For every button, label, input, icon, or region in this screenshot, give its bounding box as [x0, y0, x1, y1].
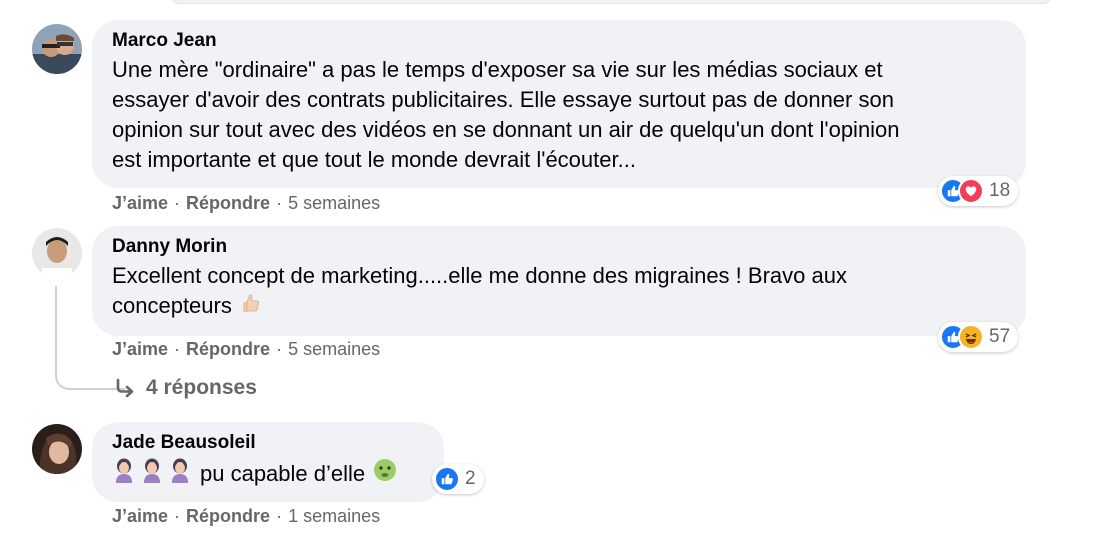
- reactions-summary[interactable]: 57: [938, 322, 1019, 352]
- comment-author[interactable]: Jade Beausoleil: [112, 432, 424, 454]
- replies-count-label: 4 réponses: [146, 376, 257, 399]
- comment-text-line: Une mère "ordinaire" a pas le temps d'ex…: [112, 57, 883, 82]
- comment-text: Excellent concept de marketing.....elle …: [112, 261, 1006, 323]
- reaction-count: 18: [989, 180, 1011, 201]
- avatar[interactable]: [32, 24, 82, 74]
- avatar-photo-icon: [32, 24, 82, 74]
- comment-actions: J’aime · Répondre · 1 semaines: [112, 506, 381, 526]
- thumbs-up-emoji: [238, 291, 262, 323]
- comment-author[interactable]: Danny Morin: [112, 236, 1006, 258]
- comment-text-fragment: pu capable d’elle: [200, 461, 366, 486]
- reply-button[interactable]: Répondre: [186, 339, 270, 359]
- woman-facepalming-emoji: [140, 457, 164, 491]
- comment-text-line: essayer d'avoir des contrats publicitair…: [112, 87, 894, 112]
- like-button[interactable]: J’aime: [112, 339, 168, 359]
- comment-bubble: Jade Beausoleil pu capable d’elle: [92, 422, 444, 502]
- reply-arrow-icon: [114, 377, 136, 399]
- reactions-summary[interactable]: 18: [938, 176, 1019, 206]
- comment-actions: J’aime · Répondre · 5 semaines: [112, 339, 381, 359]
- comment-text: Une mère "ordinaire" a pas le temps d'ex…: [112, 55, 1006, 175]
- comment-text: pu capable d’elle: [112, 457, 424, 491]
- comment-author[interactable]: Marco Jean: [112, 30, 1006, 52]
- comment-bubble: Danny Morin Excellent concept de marketi…: [92, 226, 1026, 336]
- comment-timestamp[interactable]: 1 semaines: [288, 506, 380, 526]
- comment-text-line: opinion sur tout avec des vidéos en se d…: [112, 117, 900, 142]
- comment-text-fragment: concepteurs: [112, 293, 232, 318]
- comment-timestamp[interactable]: 5 semaines: [288, 193, 380, 213]
- comment-timestamp[interactable]: 5 semaines: [288, 339, 380, 359]
- reaction-count: 57: [989, 326, 1011, 347]
- comment-bubble: Marco Jean Une mère "ordinaire" a pas le…: [92, 20, 1026, 188]
- reply-button[interactable]: Répondre: [186, 193, 270, 213]
- comment-text-line: est importante et que tout le monde devr…: [112, 147, 636, 172]
- comment-actions: J’aime · Répondre · 5 semaines: [112, 193, 381, 213]
- avatar-photo-icon: [32, 228, 82, 278]
- woman-facepalming-emoji: [112, 457, 136, 491]
- woman-facepalming-emoji: [168, 457, 192, 491]
- avatar-photo-icon: [32, 424, 82, 474]
- avatar[interactable]: [32, 228, 82, 278]
- view-replies-link[interactable]: 4 réponses: [114, 376, 257, 400]
- haha-icon: [958, 324, 984, 350]
- like-icon: [434, 466, 460, 492]
- comment-text-line-2: concepteurs: [112, 291, 1006, 323]
- like-button[interactable]: J’aime: [112, 506, 168, 526]
- like-button[interactable]: J’aime: [112, 193, 168, 213]
- reaction-count: 2: [465, 468, 476, 489]
- avatar[interactable]: [32, 424, 82, 474]
- love-icon: [958, 178, 984, 204]
- comment-text-line: Excellent concept de marketing.....elle …: [112, 263, 847, 288]
- nauseated-face-emoji: [373, 458, 397, 490]
- previous-comment-bubble-edge: [170, 0, 1052, 4]
- reactions-summary[interactable]: 2: [432, 464, 484, 494]
- reply-button[interactable]: Répondre: [186, 506, 270, 526]
